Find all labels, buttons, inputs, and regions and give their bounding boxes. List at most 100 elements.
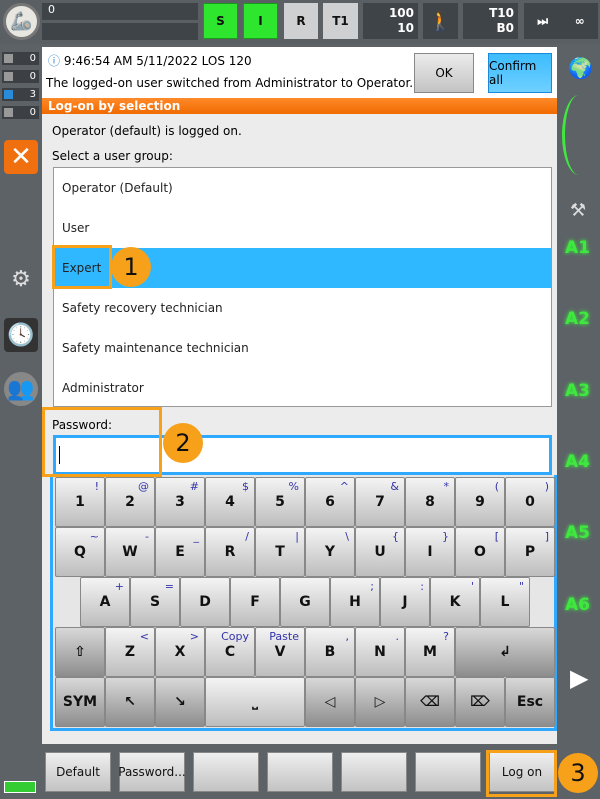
key-f[interactable]: F: [230, 577, 280, 627]
tool-base-display[interactable]: T10 B0: [463, 3, 518, 39]
incremental-jog[interactable]: ⏭ ∞: [524, 3, 598, 39]
battery-icon: [4, 781, 36, 793]
key-q[interactable]: Q ~: [55, 527, 105, 577]
key-m[interactable]: M?: [405, 627, 455, 677]
key-2[interactable]: 2 @: [105, 477, 155, 527]
key-alt-label: }: [442, 530, 449, 543]
key-s[interactable]: S =: [130, 577, 180, 627]
key-l[interactable]: L ": [480, 577, 530, 627]
users-icon[interactable]: 👥: [4, 372, 38, 406]
left-arrow-key[interactable]: ◁: [305, 677, 355, 727]
key-x[interactable]: X >: [155, 627, 205, 677]
key-p[interactable]: P]: [505, 527, 555, 577]
key-o[interactable]: O[: [455, 527, 505, 577]
clock-icon[interactable]: 🕓: [4, 318, 38, 352]
softkey-empty-4[interactable]: [341, 752, 407, 792]
key-label: C: [224, 644, 236, 660]
backspace-key[interactable]: ⌫: [405, 677, 455, 727]
key-7[interactable]: 7 &: [355, 477, 405, 527]
softkey-empty-5[interactable]: [415, 752, 481, 792]
home-key[interactable]: ↖: [105, 677, 155, 727]
space-key[interactable]: ⎵: [205, 677, 305, 727]
submit-status[interactable]: S: [203, 3, 238, 39]
key-e[interactable]: E _: [155, 527, 205, 577]
robot-interpreter-status[interactable]: R: [284, 3, 318, 39]
key-y[interactable]: Y \: [305, 527, 355, 577]
globe-icon[interactable]: 🌍: [568, 56, 593, 80]
list-item[interactable]: Safety recovery technician: [54, 288, 551, 328]
esc-key[interactable]: Esc: [505, 677, 555, 727]
key-9[interactable]: 9(: [455, 477, 505, 527]
program-field[interactable]: 0: [42, 3, 198, 20]
user-group-list[interactable]: Operator (Default) User Expert Safety recov…: [53, 167, 552, 407]
confirm-all-button[interactable]: Confirm all: [488, 53, 552, 93]
drives-status[interactable]: I: [243, 3, 278, 39]
robot-logo-icon[interactable]: 🦾: [3, 3, 40, 40]
play-icon[interactable]: ▶: [570, 664, 588, 692]
override-display[interactable]: 100 10: [363, 3, 418, 39]
softkey-default[interactable]: Default: [45, 752, 111, 792]
axis-a3-jog-key[interactable]: A3: [565, 381, 590, 401]
key-v[interactable]: V Paste: [255, 627, 305, 677]
sym-key[interactable]: SYM: [55, 677, 105, 727]
key-g[interactable]: G: [280, 577, 330, 627]
list-item[interactable]: User: [54, 208, 551, 248]
key-r[interactable]: R /: [205, 527, 255, 577]
key-8[interactable]: 8 *: [405, 477, 455, 527]
list-item[interactable]: Operator (Default): [54, 168, 551, 208]
key-alt-label: \: [345, 530, 349, 543]
axis-a1-jog-key[interactable]: A1: [565, 238, 590, 258]
key-u[interactable]: U{: [355, 527, 405, 577]
key-label: U: [374, 544, 386, 560]
key-z[interactable]: Z <: [105, 627, 155, 677]
axis-a5-jog-key[interactable]: A5: [565, 523, 590, 543]
axis-a4-jog-key[interactable]: A4: [565, 452, 590, 472]
key-3[interactable]: 3 #: [155, 477, 205, 527]
key-label: X: [174, 644, 186, 660]
key-label: H: [349, 594, 361, 610]
key-5[interactable]: 5%: [255, 477, 305, 527]
right-arrow-key[interactable]: ▷: [355, 677, 405, 727]
axis-a2-jog-key[interactable]: A2: [565, 309, 590, 329]
line-field[interactable]: [42, 23, 198, 40]
softkey-empty-3[interactable]: [267, 752, 333, 792]
jog-arc-icon[interactable]: [562, 95, 596, 175]
key-w[interactable]: W-: [105, 527, 155, 577]
shift-key[interactable]: ⇧: [55, 627, 105, 677]
key-c[interactable]: C Copy: [205, 627, 255, 677]
key-4[interactable]: 4 $: [205, 477, 255, 527]
enter-key[interactable]: ↲: [455, 627, 555, 677]
key-t[interactable]: T |: [255, 527, 305, 577]
key-1[interactable]: 1!: [55, 477, 105, 527]
error-counter[interactable]: 0: [2, 52, 39, 65]
ok-button[interactable]: OK: [414, 53, 474, 93]
key-b[interactable]: B,: [305, 627, 355, 677]
delete-key[interactable]: ⌦: [455, 677, 505, 727]
end-key[interactable]: ↘: [155, 677, 205, 727]
gear-icon[interactable]: ⚙: [4, 262, 38, 296]
walking-person-icon[interactable]: 🚶: [423, 3, 458, 39]
key-6[interactable]: 6 ^: [305, 477, 355, 527]
key-k[interactable]: K ': [430, 577, 480, 627]
key-j[interactable]: J:: [380, 577, 430, 627]
list-item[interactable]: Safety maintenance technician: [54, 328, 551, 368]
key-0[interactable]: 0): [505, 477, 555, 527]
axis-a6-jog-key[interactable]: A6: [565, 595, 590, 615]
key-d[interactable]: D: [180, 577, 230, 627]
key-a[interactable]: A +: [80, 577, 130, 627]
warning-counter[interactable]: 0: [2, 70, 39, 83]
key-label: ⌦: [470, 694, 490, 710]
softkey-password-[interactable]: Password...: [118, 752, 186, 792]
info-counter[interactable]: 3: [2, 88, 39, 101]
key-h[interactable]: H;: [330, 577, 380, 627]
jog-mode-icon[interactable]: ⚒: [570, 200, 586, 221]
key-label: ⇧: [74, 644, 86, 660]
wait-counter[interactable]: 0: [2, 106, 39, 119]
list-item[interactable]: Administrator: [54, 368, 551, 408]
softkey-empty-2[interactable]: [193, 752, 259, 792]
message-window: ⓘ 9:46:54 AM 5/11/2022 LOS 120 The logge…: [42, 47, 557, 98]
key-n[interactable]: N.: [355, 627, 405, 677]
close-icon[interactable]: ✕: [4, 140, 38, 174]
key-i[interactable]: I}: [405, 527, 455, 577]
operating-mode[interactable]: T1: [323, 3, 358, 39]
